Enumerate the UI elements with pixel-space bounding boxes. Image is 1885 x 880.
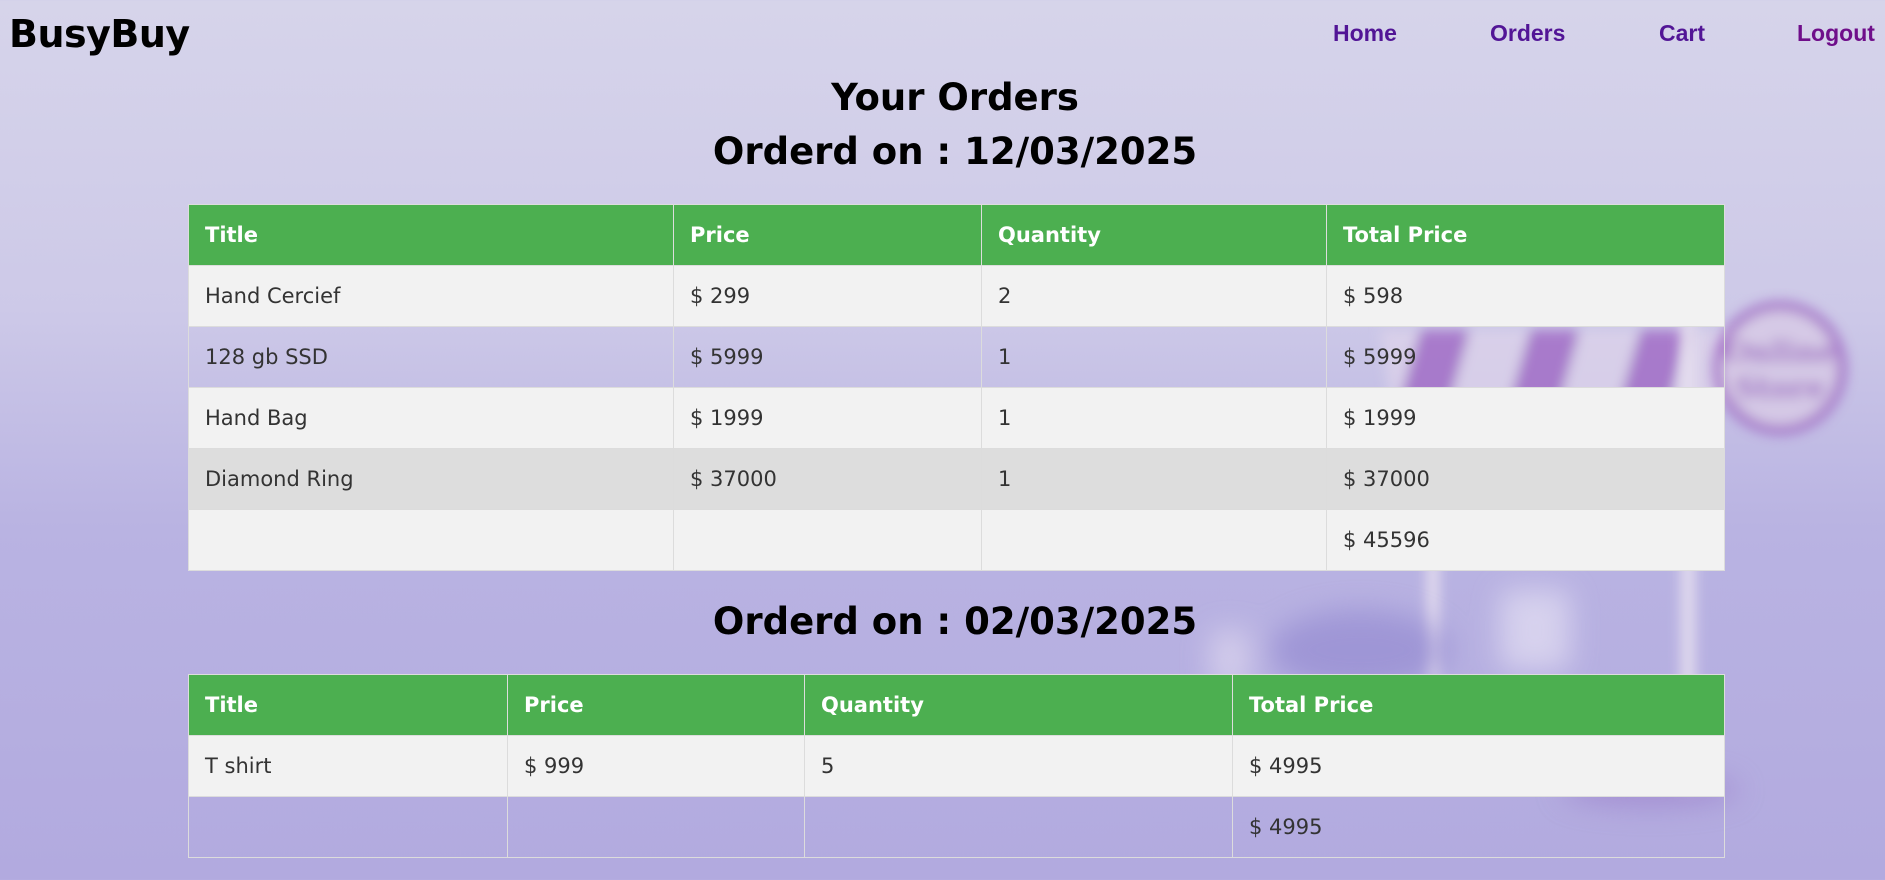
item-title: Diamond Ring	[188, 448, 674, 510]
column-header-total-price: Total Price	[1326, 204, 1725, 266]
table-header-row: Title Price Quantity Total Price	[188, 674, 1725, 736]
svg-text:Store: Store	[1735, 371, 1825, 406]
column-header-price: Price	[507, 674, 805, 736]
brand-logo[interactable]: BusyBuy	[9, 12, 190, 56]
item-quantity: 1	[981, 326, 1327, 388]
empty-cell	[188, 796, 508, 858]
item-quantity: 2	[981, 265, 1327, 327]
column-header-title: Title	[188, 204, 674, 266]
item-total-price: $ 598	[1326, 265, 1725, 327]
item-price: $ 37000	[673, 448, 982, 510]
order-grand-total: $ 4995	[1232, 796, 1725, 858]
column-header-title: Title	[188, 674, 508, 736]
nav-home-link[interactable]: Home	[1333, 20, 1397, 47]
order-total-row: $ 4995	[188, 796, 1725, 858]
column-header-total-price: Total Price	[1232, 674, 1725, 736]
table-row: Diamond Ring $ 37000 1 $ 37000	[188, 448, 1725, 510]
order-total-row: $ 45596	[188, 509, 1725, 571]
column-header-quantity: Quantity	[981, 204, 1327, 266]
column-header-quantity: Quantity	[804, 674, 1233, 736]
empty-cell	[804, 796, 1233, 858]
item-title: 128 gb SSD	[188, 326, 674, 388]
nav-cart-link[interactable]: Cart	[1659, 20, 1705, 47]
empty-cell	[507, 796, 805, 858]
column-header-price: Price	[673, 204, 982, 266]
svg-text:Online: Online	[1724, 335, 1836, 370]
order-date-heading: Orderd on : 12/03/2025	[712, 130, 1198, 173]
item-title: Hand Cercief	[188, 265, 674, 327]
item-total-price: $ 37000	[1326, 448, 1725, 510]
item-price: $ 5999	[673, 326, 982, 388]
order-date-heading: Orderd on : 02/03/2025	[712, 600, 1198, 643]
item-total-price: $ 1999	[1326, 387, 1725, 449]
item-quantity: 1	[981, 387, 1327, 449]
navbar: BusyBuy Home Orders Cart Logout	[0, 0, 1885, 70]
table-row: Hand Cercief $ 299 2 $ 598	[188, 265, 1725, 327]
table-row: T shirt $ 999 5 $ 4995	[188, 735, 1725, 797]
item-price: $ 299	[673, 265, 982, 327]
item-quantity: 5	[804, 735, 1233, 797]
empty-cell	[188, 509, 674, 571]
nav-orders-link[interactable]: Orders	[1490, 20, 1565, 47]
item-total-price: $ 4995	[1232, 735, 1725, 797]
item-price: $ 1999	[673, 387, 982, 449]
order-grand-total: $ 45596	[1326, 509, 1725, 571]
item-total-price: $ 5999	[1326, 326, 1725, 388]
item-quantity: 1	[981, 448, 1327, 510]
item-price: $ 999	[507, 735, 805, 797]
table-row: 128 gb SSD $ 5999 1 $ 5999	[188, 326, 1725, 388]
empty-cell	[673, 509, 982, 571]
empty-cell	[981, 509, 1327, 571]
page-title: Your Orders	[831, 76, 1079, 119]
table-header-row: Title Price Quantity Total Price	[188, 204, 1725, 266]
table-row: Hand Bag $ 1999 1 $ 1999	[188, 387, 1725, 449]
item-title: Hand Bag	[188, 387, 674, 449]
nav-logout-link[interactable]: Logout	[1797, 20, 1875, 47]
order-table: Title Price Quantity Total Price Hand Ce…	[188, 204, 1725, 571]
item-title: T shirt	[188, 735, 508, 797]
order-table: Title Price Quantity Total Price T shirt…	[188, 674, 1725, 858]
